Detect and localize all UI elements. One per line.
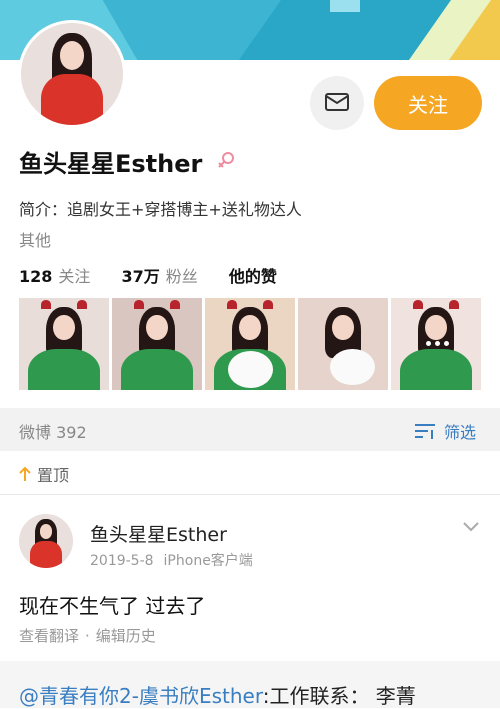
pin-arrow-icon <box>19 466 31 481</box>
post-date: 2019-5-8 <box>90 553 154 569</box>
following-count: 128 <box>19 267 53 286</box>
filter-button[interactable]: 筛选 <box>414 419 476 443</box>
post-author-name[interactable]: 鱼头星星Esther <box>90 520 227 547</box>
edit-history-link[interactable]: 编辑历史 <box>96 627 156 645</box>
pinned-label: 置顶 <box>19 462 69 486</box>
message-icon <box>325 93 349 111</box>
followers-count: 37万 <box>121 267 160 286</box>
female-gender-icon <box>216 150 236 174</box>
photo-strip <box>19 298 483 390</box>
profile-other-link[interactable]: 其他 <box>19 227 51 251</box>
photo-thumbnail[interactable] <box>391 298 481 390</box>
chevron-down-icon[interactable] <box>462 518 480 537</box>
filter-icon <box>415 424 435 439</box>
translate-link[interactable]: 查看翻译 <box>19 627 79 645</box>
repost-text: @青春有你2-虞书欣Esther:工作联系： 李菁 <box>19 680 416 709</box>
post-text: 现在不生气了 过去了 <box>19 594 206 618</box>
post-actions: 查看翻译 · 编辑历史 <box>19 625 156 646</box>
filter-label: 筛选 <box>444 423 477 442</box>
likes-link[interactable]: 他的赞 <box>229 267 277 286</box>
separator-dot: · <box>85 627 90 645</box>
profile-stats: 128 关注 37万 粉丝 他的赞 <box>19 263 277 287</box>
photo-thumbnail[interactable] <box>298 298 388 390</box>
more-photos-indicator[interactable] <box>426 341 449 346</box>
profile-bio: 简介：追剧女王+穿搭博主+送礼物达人 <box>19 200 302 219</box>
message-button[interactable] <box>310 76 364 130</box>
photo-thumbnail[interactable] <box>205 298 295 390</box>
post-client: iPhone客户端 <box>163 553 253 569</box>
weibo-count: 微博 392 <box>19 423 87 442</box>
post-author-avatar[interactable] <box>19 514 73 568</box>
repost-mention[interactable]: @青春有你2-虞书欣Esther <box>19 684 263 708</box>
photo-thumbnail[interactable] <box>112 298 202 390</box>
post-meta: 2019-5-8 iPhone客户端 <box>90 550 253 570</box>
pinned-text: 置顶 <box>37 466 70 485</box>
divider <box>0 494 500 495</box>
follow-button[interactable]: 关注 <box>374 76 482 130</box>
profile-name: 鱼头星星Esther <box>19 150 203 178</box>
photo-thumbnail[interactable] <box>19 298 109 390</box>
profile-avatar[interactable] <box>18 20 126 128</box>
following-label: 关注 <box>58 267 91 286</box>
followers-label: 粉丝 <box>165 267 198 286</box>
followers-stat[interactable]: 37万 粉丝 <box>122 263 198 287</box>
repost-body: :工作联系： 李菁 <box>262 684 416 708</box>
following-stat[interactable]: 128 关注 <box>19 263 90 287</box>
